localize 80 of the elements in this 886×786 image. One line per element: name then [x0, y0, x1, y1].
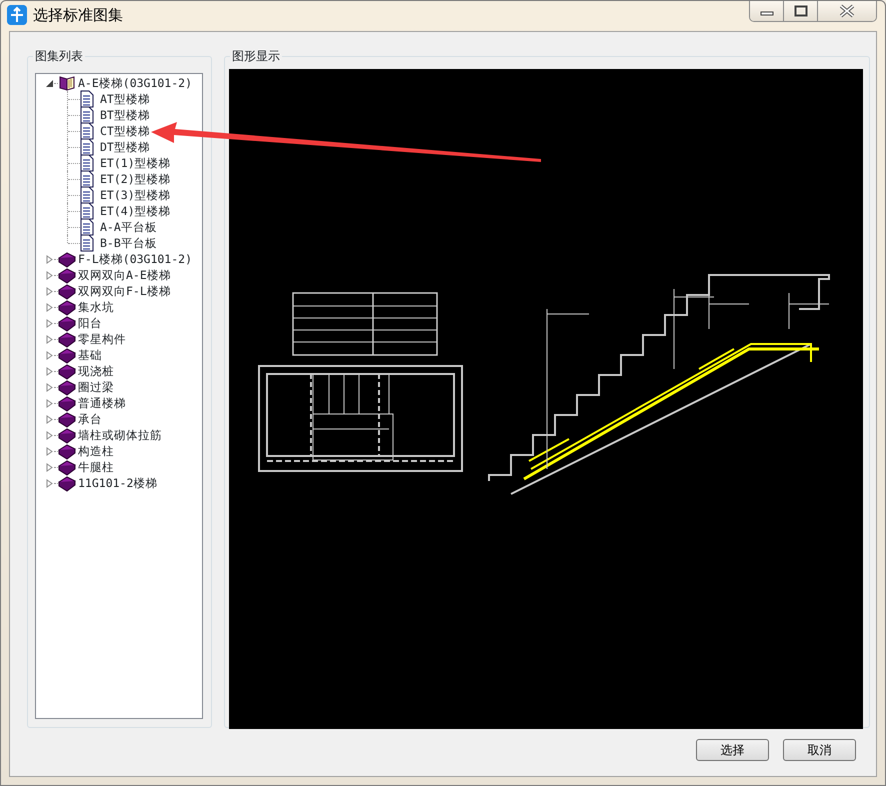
book-icon — [58, 474, 76, 492]
collapse-toggle[interactable] — [45, 78, 54, 88]
expand-toggle[interactable] — [45, 302, 54, 312]
tree-item-label[interactable]: 现浇桩 — [78, 364, 114, 378]
book-icon — [58, 314, 76, 332]
document-icon — [80, 234, 94, 252]
expand-toggle[interactable] — [45, 350, 54, 360]
document-icon — [80, 138, 94, 156]
tree-item-label[interactable]: AT型楼梯 — [100, 92, 150, 106]
tree-item-label[interactable]: 墙柱或砌体拉筋 — [78, 428, 162, 442]
tree-item-label[interactable]: 构造柱 — [78, 444, 114, 458]
document-icon — [80, 90, 94, 108]
tree-item-label[interactable]: 零星构件 — [78, 332, 126, 346]
tree-item-label[interactable]: 承台 — [78, 412, 102, 426]
document-icon — [80, 202, 94, 220]
expanded-arrow-icon — [45, 78, 54, 88]
expand-toggle[interactable] — [45, 462, 54, 472]
expand-toggle[interactable] — [45, 318, 54, 328]
tree-item-label[interactable]: 11G101-2楼梯 — [78, 476, 158, 490]
book-icon — [58, 298, 76, 316]
book-icon — [58, 458, 76, 476]
tree-item-label[interactable]: DT型楼梯 — [100, 140, 150, 154]
document-icon — [80, 106, 94, 124]
group-title: 图集列表 — [33, 48, 85, 64]
book-icon — [58, 378, 76, 396]
book-icon — [58, 282, 76, 300]
book-icon — [58, 330, 76, 348]
expand-toggle[interactable] — [45, 366, 54, 376]
cancel-button[interactable]: 取消 — [783, 739, 856, 761]
tree-item-label[interactable]: 双网双向F-L楼梯 — [78, 284, 171, 298]
book-icon — [58, 394, 76, 412]
group-title: 图形显示 — [230, 48, 282, 64]
expand-toggle[interactable] — [45, 334, 54, 344]
tree-item-label[interactable]: 集水坑 — [78, 300, 114, 314]
maximize-icon — [794, 5, 808, 17]
close-button[interactable] — [818, 1, 876, 21]
book-icon — [58, 442, 76, 460]
document-icon — [80, 122, 94, 140]
expand-toggle[interactable] — [45, 430, 54, 440]
expand-toggle[interactable] — [45, 382, 54, 392]
tree-item-label[interactable]: 阳台 — [78, 316, 102, 330]
book-icon — [58, 426, 76, 444]
window-title: 选择标准图集 — [33, 4, 123, 26]
tree-item-label[interactable]: 基础 — [78, 348, 102, 362]
tree-item-label[interactable]: BT型楼梯 — [100, 108, 150, 122]
tree-item-label[interactable]: A-E楼梯(03G101-2) — [78, 76, 192, 90]
expand-toggle[interactable] — [45, 446, 54, 456]
expand-toggle[interactable] — [45, 414, 54, 424]
minimize-button[interactable] — [750, 1, 784, 21]
select-button[interactable]: 选择 — [696, 739, 769, 761]
document-icon — [80, 170, 94, 188]
document-icon — [80, 218, 94, 236]
tree-item-label[interactable]: F-L楼梯(03G101-2) — [78, 252, 192, 266]
tree-item-label[interactable]: CT型楼梯 — [100, 124, 150, 138]
document-icon — [80, 186, 94, 204]
expand-toggle[interactable] — [45, 398, 54, 408]
expand-toggle[interactable] — [45, 254, 54, 264]
tree-item-label[interactable]: 普通楼梯 — [78, 396, 126, 410]
book-icon — [58, 410, 76, 428]
app-icon — [7, 5, 27, 25]
open-book-icon — [58, 74, 76, 92]
tree-item-label[interactable]: ET(3)型楼梯 — [100, 188, 171, 202]
book-icon — [58, 250, 76, 268]
tree-item-label[interactable]: ET(2)型楼梯 — [100, 172, 171, 186]
document-icon — [80, 154, 94, 172]
tree-item-label[interactable]: A-A平台板 — [100, 220, 157, 234]
expand-toggle[interactable] — [45, 478, 54, 488]
expand-toggle[interactable] — [45, 270, 54, 280]
tree-item-label[interactable]: B-B平台板 — [100, 236, 157, 250]
tree-item-label[interactable]: ET(4)型楼梯 — [100, 204, 171, 218]
tree-item-label[interactable]: ET(1)型楼梯 — [100, 156, 171, 170]
book-icon — [58, 346, 76, 364]
tree-item-label[interactable]: 双网双向A-E楼梯 — [78, 268, 171, 282]
maximize-button[interactable] — [784, 1, 818, 21]
expand-toggle[interactable] — [45, 286, 54, 296]
tree-item-label[interactable]: 牛腿柱 — [78, 460, 114, 474]
book-icon — [58, 266, 76, 284]
book-icon — [58, 362, 76, 380]
tree-item-label[interactable]: 圈过梁 — [78, 380, 114, 394]
close-icon — [839, 4, 855, 18]
